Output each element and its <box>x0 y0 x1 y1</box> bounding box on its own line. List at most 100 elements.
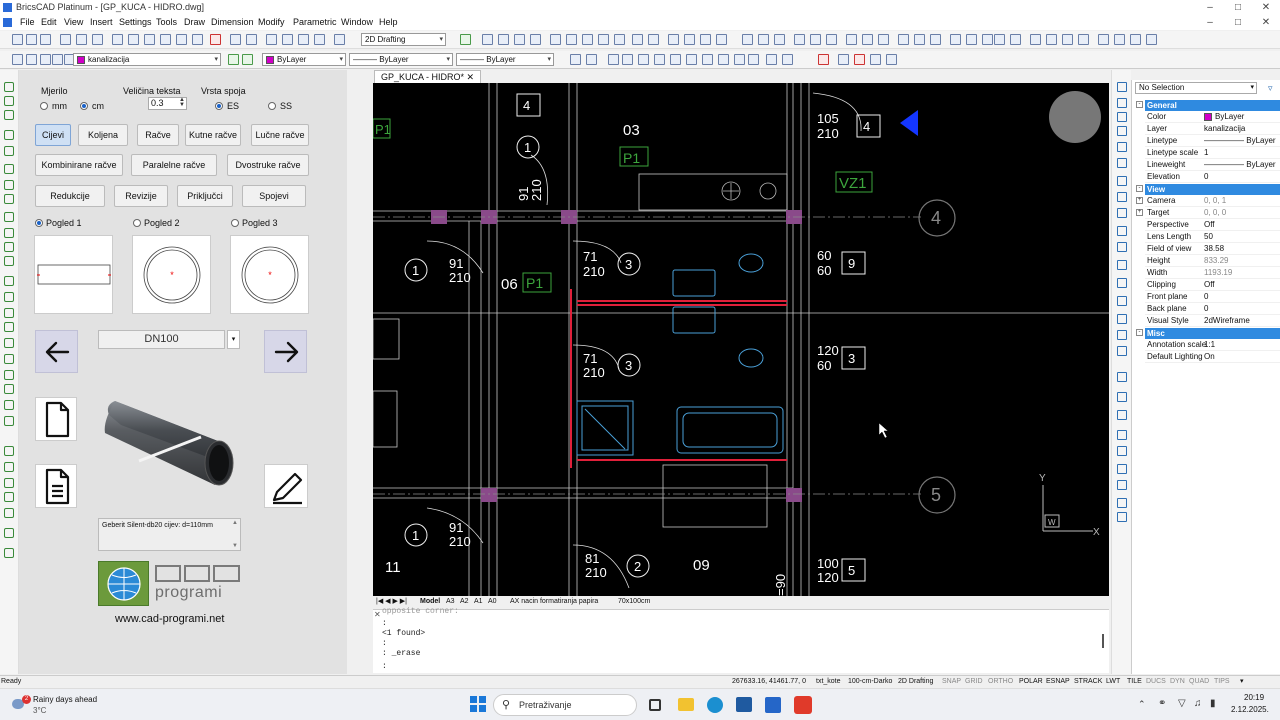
pogled2-preview[interactable]: * <box>132 235 211 314</box>
match-tool-icon[interactable] <box>1117 512 1127 522</box>
snap-stop-icon[interactable] <box>854 54 865 65</box>
linetype-select[interactable]: ——— ByLayer ▾ <box>349 53 453 66</box>
menu-modify[interactable]: Modify <box>258 15 285 30</box>
command-line[interactable]: ✕ opposite corner: : <1 found> : : _eras… <box>373 607 1109 673</box>
explorer-icon[interactable] <box>716 34 727 45</box>
stretch-icon[interactable] <box>1117 192 1127 202</box>
lucne-racve-button[interactable]: Lučne račve <box>251 124 309 146</box>
center-mark-icon[interactable] <box>930 34 941 45</box>
tray-overflow-icon[interactable]: ⌃ <box>1138 699 1146 710</box>
draw-tool-icon[interactable] <box>1117 480 1127 490</box>
snap-center-icon[interactable] <box>654 54 665 65</box>
lock-icon[interactable] <box>52 54 63 65</box>
pedit-icon[interactable] <box>1117 346 1127 356</box>
dim-plus-icon[interactable] <box>994 34 1005 45</box>
tool-palette-icon[interactable] <box>700 34 711 45</box>
volume-icon[interactable]: ♫ <box>1194 698 1202 709</box>
print-preview-icon[interactable] <box>76 34 87 45</box>
cloud-icon[interactable] <box>4 354 14 364</box>
rotate-icon[interactable] <box>1117 158 1127 168</box>
block-icon[interactable] <box>192 34 203 45</box>
menu-file[interactable]: File <box>20 15 35 30</box>
layer-previous-icon[interactable] <box>242 54 253 65</box>
plot-icon[interactable] <box>92 34 103 45</box>
text-edit-icon[interactable] <box>1078 34 1089 45</box>
tolerance-icon[interactable] <box>914 34 925 45</box>
koljena-button[interactable]: Koljena <box>78 124 128 146</box>
prop-row-lens-length[interactable]: Lens Length 50 <box>1145 231 1280 243</box>
line-icon[interactable] <box>4 82 14 92</box>
ellipse-icon[interactable] <box>4 164 14 174</box>
revizije-button[interactable]: Revizije <box>114 185 168 207</box>
drawing-canvas[interactable]: 4 03 P1 1 91 210 105 210 4 VZ1 4 91 210 … <box>373 83 1109 596</box>
table-icon[interactable] <box>4 370 14 380</box>
menu-edit[interactable]: Edit <box>41 15 57 30</box>
region-icon[interactable] <box>4 276 14 286</box>
tab-a0[interactable]: A0 <box>488 596 497 608</box>
layer-on-icon[interactable] <box>12 54 23 65</box>
make-current-icon[interactable] <box>228 54 239 65</box>
racve-button[interactable]: Račve <box>137 124 179 146</box>
dim-target-icon[interactable] <box>1010 34 1021 45</box>
snap-settings-icon[interactable] <box>838 54 849 65</box>
zoom-out-icon[interactable] <box>514 34 525 45</box>
snap-endpoint-icon[interactable] <box>570 54 581 65</box>
image-icon[interactable] <box>4 508 14 518</box>
snap-quadrant-icon[interactable] <box>718 54 729 65</box>
prop-row-perspective[interactable]: Perspective Off <box>1145 219 1280 231</box>
gradient-icon[interactable] <box>4 322 14 332</box>
collapse-misc-icon[interactable]: - <box>1136 329 1143 336</box>
toggle-tile[interactable]: TILE <box>1127 676 1142 688</box>
tab-ax[interactable]: AX nacin formatiranja papira <box>510 596 598 608</box>
save-icon[interactable] <box>40 34 51 45</box>
document-button[interactable] <box>35 464 77 508</box>
pogled2-radio[interactable] <box>133 219 141 227</box>
dim-update-icon[interactable] <box>982 34 993 45</box>
prop-row-lineweight[interactable]: Lineweight ————— ByLayer <box>1145 159 1280 171</box>
design-center-icon[interactable] <box>314 34 325 45</box>
properties-icon[interactable] <box>668 34 679 45</box>
previous-button[interactable] <box>35 330 78 373</box>
dn-select[interactable]: DN100 <box>98 330 225 349</box>
dimstyle-icon[interactable] <box>1098 34 1109 45</box>
mtext-icon[interactable] <box>1062 34 1073 45</box>
prop-row-camera[interactable]: + Camera 0, 0, 1 <box>1136 195 1280 207</box>
copy-icon[interactable] <box>128 34 139 45</box>
expand-target-icon[interactable]: + <box>1136 209 1143 216</box>
next-button[interactable] <box>264 330 307 373</box>
ellipse-arc-icon[interactable] <box>4 180 14 190</box>
new-file-button[interactable] <box>35 397 77 441</box>
prop-row-linetype-scale[interactable]: Linetype scale 1 <box>1145 147 1280 159</box>
clock-time[interactable]: 20:19 <box>1244 693 1264 702</box>
pan-icon[interactable] <box>550 34 561 45</box>
lineweight-select[interactable]: ——— ByLayer ▾ <box>456 53 554 66</box>
pogled3-preview[interactable]: * <box>230 235 309 314</box>
explode-icon[interactable] <box>1117 330 1127 340</box>
cijevi-button[interactable]: Cijevi <box>35 124 71 146</box>
arc-icon[interactable] <box>4 130 14 140</box>
command-prompt[interactable]: : <box>382 662 387 671</box>
toggle-strack[interactable]: STRACK <box>1074 676 1102 688</box>
circle-icon[interactable] <box>4 146 14 156</box>
lengthen-icon[interactable] <box>1117 208 1127 218</box>
toggle-esnap[interactable]: ESNAP <box>1046 676 1070 688</box>
tab-a2[interactable]: A2 <box>460 596 469 608</box>
prop-row-height[interactable]: Height 833.29 <box>1145 255 1280 267</box>
scroll-down-icon[interactable]: ▼ <box>232 543 238 549</box>
ss-radio[interactable] <box>268 102 276 110</box>
color-select[interactable]: ByLayer ▾ <box>262 53 346 66</box>
text-annot-icon[interactable] <box>4 416 14 426</box>
dim-reassoc-icon[interactable] <box>1130 34 1141 45</box>
dim-angular-icon[interactable] <box>774 34 785 45</box>
toggle-snap[interactable]: SNAP <box>942 676 961 688</box>
layer-manager-icon[interactable] <box>684 34 695 45</box>
text-style-icon[interactable] <box>1030 34 1041 45</box>
dim-radius-icon[interactable] <box>794 34 805 45</box>
help-icon[interactable] <box>334 34 345 45</box>
express-icon[interactable] <box>4 548 14 558</box>
prop-row-default-lighting[interactable]: Default Lighting On <box>1145 351 1280 363</box>
menu-help[interactable]: Help <box>379 15 398 30</box>
settings-tool-icon[interactable] <box>1117 498 1127 508</box>
new-icon[interactable] <box>12 34 23 45</box>
menu-parametric[interactable]: Parametric <box>293 15 337 30</box>
